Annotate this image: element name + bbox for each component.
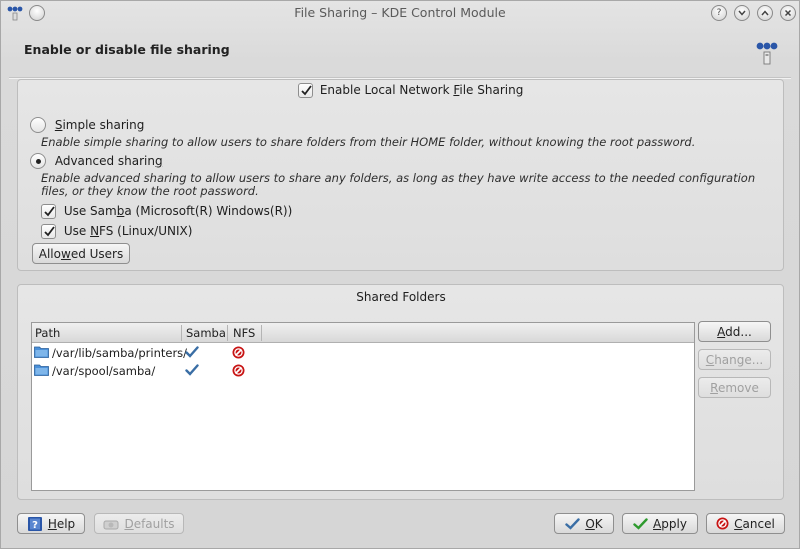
add-button[interactable]: Add... [698,321,771,342]
check-icon [185,364,199,379]
defaults-icon [103,517,119,531]
enable-file-sharing-label: Enable Local Network File Sharing [319,83,524,97]
nfs-checkbox-box[interactable] [41,224,56,239]
minimize-icon[interactable] [734,5,750,21]
simple-radio-button[interactable] [30,117,46,133]
cancel-icon [232,346,245,362]
help-button[interactable]: ? Help [17,513,85,534]
enable-checkbox-box[interactable] [298,83,313,98]
network-icon [755,41,779,67]
enable-file-sharing-checkbox[interactable]: Enable Local Network File Sharing [298,83,523,98]
help-titlebar-icon[interactable]: ? [711,5,727,21]
use-nfs-label: Use NFS (Linux/UNIX) [63,224,193,238]
allowed-users-label: Allowed Users [38,246,124,261]
use-samba-checkbox[interactable]: Use Samba (Microsoft(R) Windows(R)) [41,204,292,219]
simple-sharing-description: Enable simple sharing to allow users to … [41,135,696,149]
column-path[interactable]: Path [35,326,60,340]
apply-icon [633,517,648,530]
table-row[interactable]: /var/lib/samba/printers/ [32,344,694,362]
page-title: Enable or disable file sharing [24,42,230,57]
ok-icon [565,517,581,530]
svg-text:?: ? [32,520,38,531]
title-bar[interactable]: File Sharing – KDE Control Module ? [1,1,799,25]
path-cell: /var/spool/samba/ [34,363,155,379]
samba-checkbox-box[interactable] [41,204,56,219]
table-row[interactable]: /var/spool/samba/ [32,362,694,380]
window: File Sharing – KDE Control Module ? Enab… [0,0,800,549]
use-nfs-checkbox[interactable]: Use NFS (Linux/UNIX) [41,224,192,239]
cancel-icon [716,517,729,530]
use-samba-label: Use Samba (Microsoft(R) Windows(R)) [63,204,293,218]
advanced-sharing-label: Advanced sharing [54,153,163,168]
cancel-icon [232,364,245,380]
change-button[interactable]: Change... [698,349,771,370]
column-samba[interactable]: Samba [186,326,226,340]
close-icon[interactable] [780,5,796,21]
advanced-sharing-description: Enable advanced sharing to allow users t… [41,171,756,198]
path-cell: /var/lib/samba/printers/ [34,345,187,361]
shared-folders-title: Shared Folders [356,290,446,304]
folder-icon [34,345,49,361]
advanced-radio-button[interactable] [30,153,46,169]
list-header: Path Samba NFS [32,323,694,343]
shared-folders-list[interactable]: Path Samba NFS /var/lib/samba/printers/ [31,322,695,491]
defaults-button[interactable]: Defaults [94,513,184,534]
window-title: File Sharing – KDE Control Module [294,5,506,20]
column-nfs[interactable]: NFS [233,326,255,340]
cancel-button[interactable]: Cancel [706,513,785,534]
header-separator [9,77,791,78]
simple-sharing-label: Simple sharing [54,117,145,132]
remove-button[interactable]: Remove [698,377,771,398]
help-icon: ? [27,516,43,532]
advanced-sharing-radio[interactable]: Advanced sharing [30,153,163,169]
simple-sharing-radio[interactable]: Simple sharing [30,117,144,133]
folder-icon [34,363,49,379]
maximize-icon[interactable] [757,5,773,21]
apply-button[interactable]: Apply [622,513,698,534]
allowed-users-button[interactable]: Allowed Users [32,243,130,264]
ok-button[interactable]: OK [554,513,614,534]
check-icon [185,346,199,361]
